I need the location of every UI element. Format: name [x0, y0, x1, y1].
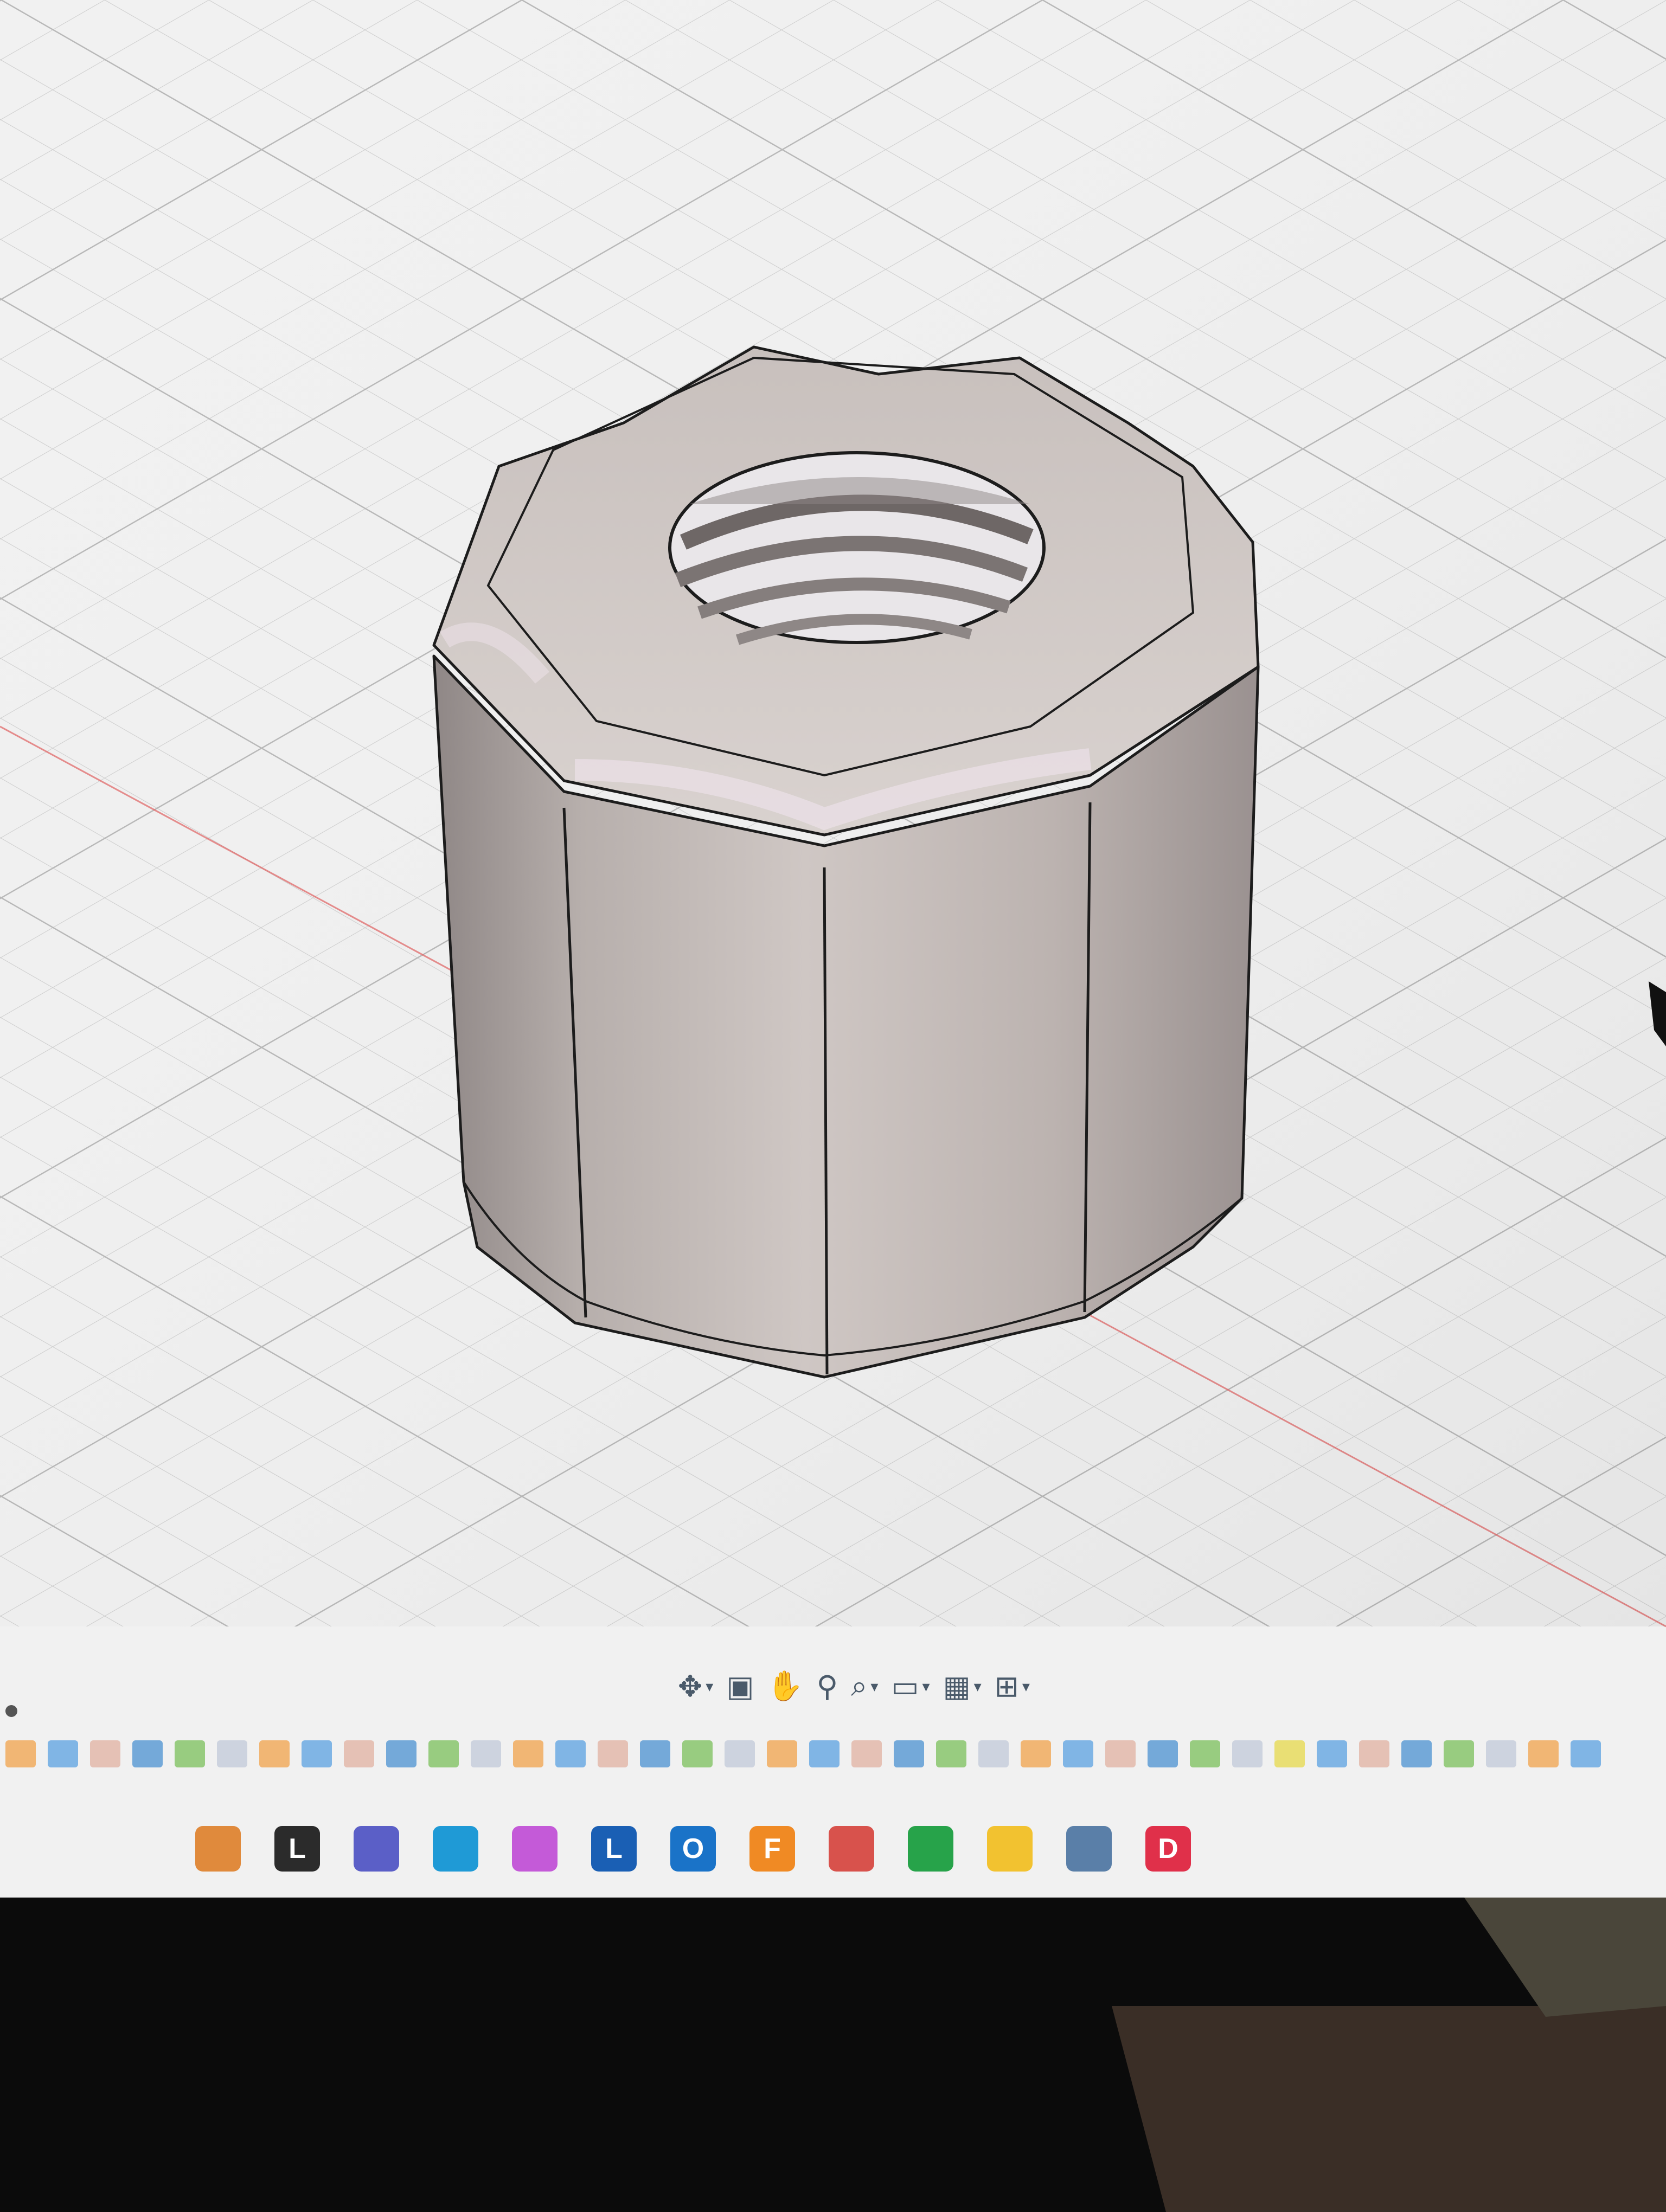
fusion-icon[interactable]: F [749, 1826, 795, 1872]
timeline-feature-icon[interactable] [1021, 1740, 1051, 1767]
timeline-feature-icon[interactable] [1401, 1740, 1432, 1767]
timeline-feature-icon[interactable] [1063, 1740, 1093, 1767]
viewports-button[interactable]: ⊞ ▾ [995, 1669, 1030, 1703]
timeline-feature-icon[interactable] [344, 1740, 374, 1767]
timeline-feature-icon[interactable] [132, 1740, 163, 1767]
outlook-icon[interactable]: O [670, 1826, 716, 1872]
nut-model[interactable] [432, 345, 1260, 1379]
l-app-icon[interactable]: L [274, 1826, 320, 1872]
teams-icon[interactable] [354, 1826, 399, 1872]
timeline-feature-icon[interactable] [175, 1740, 205, 1767]
green-app-icon[interactable] [908, 1826, 953, 1872]
pan-icon: ✋ [767, 1669, 804, 1702]
fit-icon: ⌕ [851, 1669, 868, 1702]
timeline-feature-icon[interactable] [1190, 1740, 1220, 1767]
look-at-button[interactable]: ▣ [726, 1669, 754, 1703]
display-settings-icon: ▭ [891, 1670, 919, 1703]
threaded-hole [668, 451, 1046, 645]
fit-button[interactable]: ⌕ ▾ [851, 1669, 878, 1703]
timeline-feature-icon[interactable] [640, 1740, 670, 1767]
timeline-feature-icon[interactable] [598, 1740, 628, 1767]
timeline-feature-icon[interactable] [1274, 1740, 1305, 1767]
taskbar: LLOFD [195, 1811, 1191, 1887]
app-letter: D [1158, 1833, 1178, 1864]
timeline-feature-icon[interactable] [5, 1740, 36, 1767]
linkedin-learning-icon[interactable]: L [591, 1826, 637, 1872]
timeline-feature-icon[interactable] [555, 1740, 586, 1767]
zoom-icon: ⚲ [816, 1670, 838, 1703]
timeline-feature-icon[interactable] [1359, 1740, 1389, 1767]
timeline-feature-icon[interactable] [1528, 1740, 1559, 1767]
chevron-down-icon: ▾ [870, 1677, 879, 1695]
timeline-feature-icon[interactable] [90, 1740, 120, 1767]
app-letter: F [764, 1833, 781, 1864]
timeline-feature-icon[interactable] [259, 1740, 290, 1767]
timeline-feature-icon[interactable] [894, 1740, 924, 1767]
timeline-feature-icon[interactable] [1486, 1740, 1516, 1767]
app-letter: L [605, 1833, 623, 1864]
file-explorer-icon[interactable] [987, 1826, 1033, 1872]
timeline-dot[interactable] [5, 1705, 17, 1717]
timeline-feature-icon[interactable] [682, 1740, 713, 1767]
timeline-feature-icon[interactable] [725, 1740, 755, 1767]
timeline-feature-icon[interactable] [936, 1740, 966, 1767]
grid-settings-button[interactable]: ▦ ▾ [943, 1669, 982, 1703]
chevron-down-icon: ▾ [1022, 1677, 1030, 1695]
timeline-feature-icon[interactable] [1444, 1740, 1474, 1767]
app-letter: L [289, 1833, 306, 1864]
cube-app-icon[interactable] [829, 1826, 874, 1872]
zoom-button[interactable]: ⚲ [817, 1669, 838, 1703]
chevron-down-icon: ▾ [706, 1677, 714, 1695]
timeline [5, 1732, 1665, 1776]
timeline-feature-icon[interactable] [471, 1740, 501, 1767]
timeline-feature-icon[interactable] [513, 1740, 543, 1767]
viewports-icon: ⊞ [994, 1670, 1019, 1703]
claude-app-icon[interactable] [195, 1826, 241, 1872]
orbit-icon: ✥ [678, 1670, 703, 1703]
timeline-feature-icon[interactable] [767, 1740, 797, 1767]
timeline-feature-icon[interactable] [1317, 1740, 1347, 1767]
copilot-icon[interactable] [512, 1826, 558, 1872]
pan-button[interactable]: ✋ [767, 1669, 803, 1703]
timeline-feature-icon[interactable] [302, 1740, 332, 1767]
timeline-feature-icon[interactable] [1232, 1740, 1263, 1767]
timeline-feature-icon[interactable] [217, 1740, 247, 1767]
timeline-feature-icon[interactable] [809, 1740, 840, 1767]
settings-icon[interactable] [1066, 1826, 1112, 1872]
timeline-feature-icon[interactable] [48, 1740, 78, 1767]
nav-toolbar: ✥ ▾ ▣ ✋ ⚲ ⌕ ▾ ▭ ▾ ▦ ▾ ⊞ ▾ [678, 1667, 1030, 1705]
timeline-feature-icon[interactable] [1148, 1740, 1178, 1767]
orbit-button[interactable]: ✥ ▾ [678, 1669, 713, 1703]
display-settings-button[interactable]: ▭ ▾ [891, 1669, 930, 1703]
timeline-feature-icon[interactable] [386, 1740, 416, 1767]
d-app-icon[interactable]: D [1145, 1826, 1191, 1872]
timeline-feature-icon[interactable] [1571, 1740, 1601, 1767]
timeline-feature-icon[interactable] [851, 1740, 882, 1767]
timeline-feature-icon[interactable] [1105, 1740, 1136, 1767]
timeline-feature-icon[interactable] [428, 1740, 459, 1767]
app-letter: O [682, 1833, 704, 1864]
timeline-feature-icon[interactable] [978, 1740, 1009, 1767]
look-at-icon: ▣ [726, 1670, 754, 1703]
chevron-down-icon: ▾ [973, 1677, 982, 1695]
edge-icon[interactable] [433, 1826, 478, 1872]
grid-settings-icon: ▦ [943, 1670, 971, 1703]
chevron-down-icon: ▾ [922, 1677, 930, 1695]
